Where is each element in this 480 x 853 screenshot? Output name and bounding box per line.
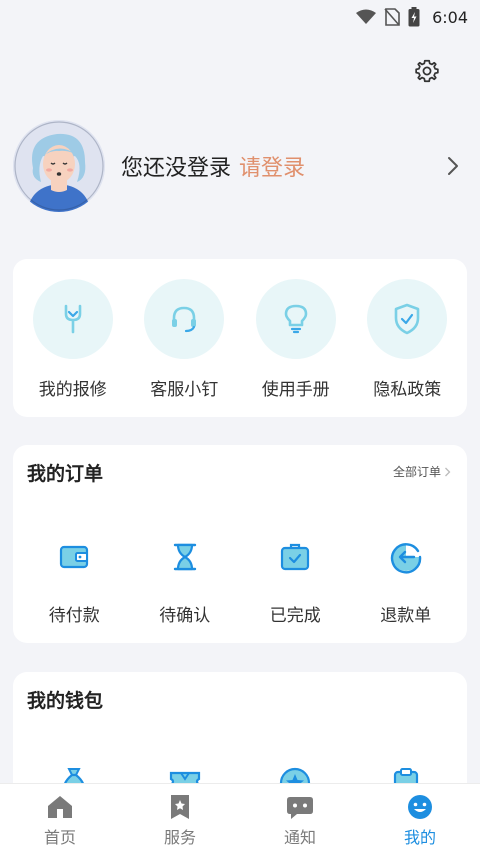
quick-actions-card: 我的报修 客服小钉 使用手册 隐私政策: [13, 259, 467, 417]
quick-action-label: 使用手册: [261, 380, 330, 400]
battery-charging-icon: [408, 7, 420, 27]
order-status-label: 已完成: [269, 606, 321, 626]
status-time: 6:04: [432, 7, 468, 27]
home-icon: [48, 796, 72, 818]
quick-action-repair[interactable]: 我的报修: [23, 259, 123, 417]
orders-card: 我的订单 全部订单 待付款 待确认 已完成 退款单: [13, 445, 467, 643]
quick-action-label: 隐私政策: [373, 380, 442, 400]
view-all-orders-link[interactable]: 全部订单: [393, 463, 451, 480]
tab-home[interactable]: 首页: [0, 784, 120, 853]
smiley-icon: [408, 795, 432, 819]
quick-action-manual[interactable]: 使用手册: [246, 259, 346, 417]
quick-action-label: 我的报修: [38, 380, 107, 400]
quick-action-privacy[interactable]: 隐私政策: [357, 259, 457, 417]
gear-icon[interactable]: [414, 58, 440, 84]
headset-icon: [172, 306, 197, 333]
chevron-right-icon: [445, 467, 451, 476]
orders-title: 我的订单: [27, 463, 104, 485]
shield-check-icon: [394, 303, 420, 335]
view-all-label: 全部订单: [392, 465, 441, 479]
wrench-icon: [64, 304, 82, 334]
quick-action-icon-bg: [32, 279, 113, 359]
quick-action-icon-bg: [367, 279, 448, 359]
quick-action-label: 客服小钉: [150, 380, 219, 400]
tab-label: 首页: [43, 828, 76, 847]
hourglass-icon: [173, 543, 196, 571]
order-status-label: 待付款: [48, 606, 100, 626]
order-pending-confirm[interactable]: 待确认: [135, 537, 235, 626]
lightbulb-icon: [284, 304, 308, 334]
order-status-label: 退款单: [380, 606, 432, 626]
order-status-label: 待确认: [159, 606, 211, 626]
bookmark-icon: [171, 795, 189, 819]
refund-icon: [390, 543, 421, 574]
tab-label: 我的: [403, 828, 436, 847]
tab-label: 服务: [163, 828, 196, 847]
tab-label: 通知: [283, 828, 316, 847]
bottom-tab-bar: 首页 服务 通知 我的: [0, 783, 480, 853]
no-sim-icon: [384, 8, 400, 26]
order-refund[interactable]: 退款单: [356, 537, 456, 626]
tab-mine[interactable]: 我的: [360, 784, 480, 853]
quick-action-icon-bg: [255, 279, 336, 359]
wallet-title: 我的钱包: [27, 690, 104, 712]
tab-services[interactable]: 服务: [120, 784, 240, 853]
briefcase-check-icon: [281, 543, 310, 571]
tab-notifications[interactable]: 通知: [240, 784, 360, 853]
quick-action-support[interactable]: 客服小钉: [134, 259, 234, 417]
chevron-right-icon[interactable]: [445, 154, 461, 178]
order-status-row: 待付款 待确认 已完成 退款单: [13, 537, 467, 626]
wallet-icon: [60, 545, 89, 569]
login-status-text: 您还没登录: [121, 156, 232, 181]
profile-section[interactable]: 您还没登录 请登录: [13, 120, 467, 212]
avatar[interactable]: [13, 120, 105, 212]
status-bar: 6:04: [0, 0, 480, 34]
chat-icon: [287, 797, 313, 819]
login-link[interactable]: 请登录: [239, 150, 305, 182]
wifi-icon: [356, 9, 377, 24]
order-completed[interactable]: 已完成: [245, 537, 345, 626]
quick-action-icon-bg: [144, 279, 225, 359]
order-pending-payment[interactable]: 待付款: [24, 537, 124, 626]
